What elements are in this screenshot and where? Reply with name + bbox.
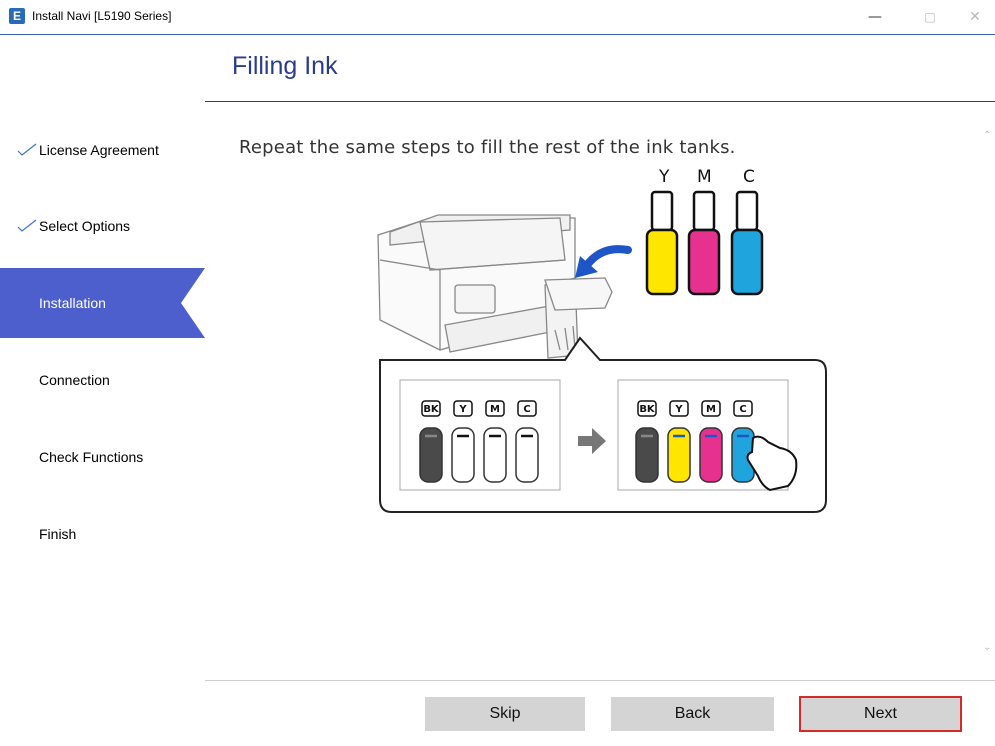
svg-text:Y: Y: [458, 404, 467, 415]
page-title: Filling Ink: [232, 52, 338, 80]
window-title: Install Navi [L5190 Series]: [32, 9, 172, 23]
sidebar-item-connection: Connection: [0, 345, 205, 415]
sidebar-item-label: License Agreement: [39, 142, 159, 158]
check-icon: [17, 143, 37, 156]
next-button[interactable]: Next: [799, 696, 962, 732]
ink-bottle-m: M: [687, 167, 721, 296]
sidebar-item-label: Check Functions: [39, 449, 144, 465]
title-bar: E Install Navi [L5190 Series] — □ ✕: [0, 0, 995, 34]
svg-text:C: C: [523, 404, 530, 415]
printer-drawing: [377, 214, 613, 359]
active-step-notch: [181, 268, 205, 338]
ink-tank-callout: BK Y M C BK Y M C: [379, 336, 827, 513]
svg-text:BK: BK: [423, 404, 440, 415]
back-button[interactable]: Back: [611, 697, 774, 731]
skip-button[interactable]: Skip: [425, 697, 585, 731]
scroll-up-icon[interactable]: ⌃: [983, 130, 991, 141]
sidebar-item-select-options: Select Options: [0, 191, 205, 261]
sidebar-item-license-agreement: License Agreement: [0, 115, 205, 185]
svg-text:Y: Y: [658, 167, 670, 187]
sidebar: License Agreement Select Options Install…: [0, 35, 205, 746]
svg-text:C: C: [743, 167, 755, 187]
sidebar-item-finish: Finish: [0, 499, 205, 569]
svg-text:M: M: [697, 167, 712, 187]
close-button[interactable]: ✕: [952, 4, 995, 30]
sidebar-item-label: Select Options: [39, 218, 131, 234]
instruction-text: Repeat the same steps to fill the rest o…: [239, 137, 736, 158]
app-icon: E: [9, 8, 25, 24]
sidebar-item-label: Installation: [39, 295, 106, 311]
ink-bottle-y: Y: [645, 167, 679, 296]
header-divider: [205, 101, 995, 102]
sidebar-item-installation: Installation: [0, 268, 205, 338]
svg-text:M: M: [706, 404, 716, 415]
sidebar-item-label: Finish: [39, 526, 77, 542]
maximize-button[interactable]: □: [907, 4, 953, 30]
svg-text:C: C: [739, 404, 746, 415]
ink-bottle-c: C: [730, 167, 764, 296]
svg-text:Y: Y: [674, 404, 683, 415]
check-icon: [17, 219, 37, 232]
footer-divider: [205, 680, 995, 681]
minimize-button[interactable]: —: [852, 4, 898, 30]
svg-text:M: M: [490, 404, 500, 415]
scroll-down-icon[interactable]: ⌄: [983, 642, 991, 653]
sidebar-item-label: Connection: [39, 372, 110, 388]
filling-ink-illustration: Y M C BK Y M C BK Y M C: [377, 167, 827, 513]
sidebar-item-check-functions: Check Functions: [0, 422, 205, 492]
curved-arrow-icon: [581, 245, 632, 272]
svg-text:BK: BK: [639, 404, 656, 415]
